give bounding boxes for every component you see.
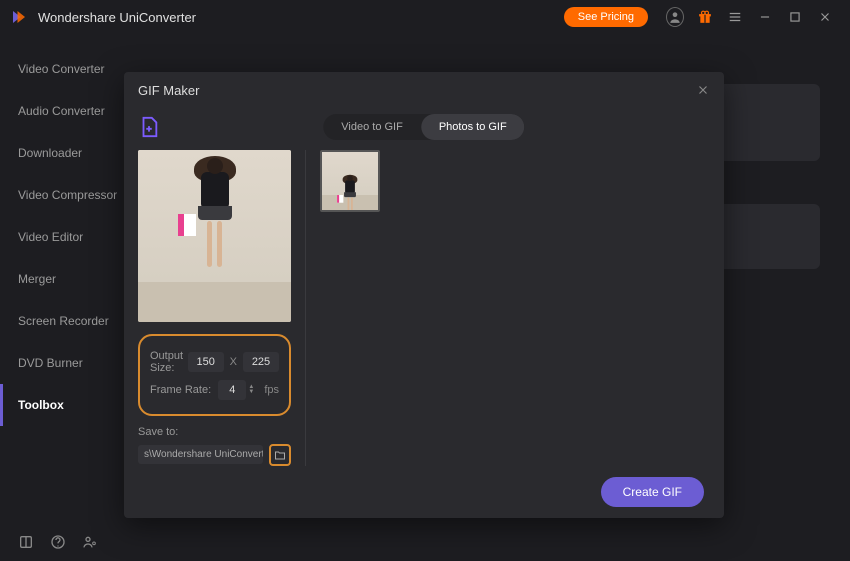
output-width-input[interactable]: 150 <box>188 352 224 372</box>
dimension-separator: X <box>230 356 237 368</box>
modal-body: Output Size: 150 X 225 Frame Rate: 4 ▲▼ … <box>124 146 724 466</box>
manual-icon[interactable] <box>18 534 34 550</box>
tab-photos-to-gif[interactable]: Photos to GIF <box>421 114 525 140</box>
maximize-icon[interactable] <box>786 8 804 26</box>
gif-maker-modal: GIF Maker Video to GIF Photos to GIF <box>124 72 724 518</box>
output-settings-highlight: Output Size: 150 X 225 Frame Rate: 4 ▲▼ … <box>138 334 291 416</box>
output-height-input[interactable]: 225 <box>243 352 279 372</box>
save-path-row: s\Wondershare UniConverter <box>138 444 291 466</box>
modal-footer: Create GIF <box>124 466 724 518</box>
modal-header: GIF Maker <box>124 72 724 108</box>
frame-rate-label: Frame Rate: <box>150 384 218 396</box>
user-settings-icon[interactable] <box>82 534 98 550</box>
thumbnails-panel <box>320 150 710 466</box>
frame-rate-stepper[interactable]: ▲▼ <box>248 385 258 395</box>
help-icon[interactable] <box>50 534 66 550</box>
modal-toolbar: Video to GIF Photos to GIF <box>124 108 724 146</box>
account-icon[interactable] <box>666 8 684 26</box>
create-gif-button[interactable]: Create GIF <box>601 477 704 507</box>
browse-folder-button[interactable] <box>269 444 291 466</box>
minimize-icon[interactable] <box>756 8 774 26</box>
photo-thumbnail[interactable] <box>320 150 380 212</box>
titlebar: Wondershare UniConverter See Pricing <box>0 0 850 34</box>
bottombar <box>0 523 152 561</box>
preview-image <box>138 150 291 322</box>
menu-icon[interactable] <box>726 8 744 26</box>
close-icon[interactable] <box>816 8 834 26</box>
gift-icon[interactable] <box>696 8 714 26</box>
folder-icon <box>274 449 286 461</box>
add-file-icon[interactable] <box>138 116 160 138</box>
save-path-field[interactable]: s\Wondershare UniConverter <box>138 445 263 464</box>
output-size-label: Output Size: <box>150 350 188 374</box>
tab-video-to-gif[interactable]: Video to GIF <box>323 114 421 140</box>
frame-rate-input[interactable]: 4 <box>218 380 246 400</box>
see-pricing-button[interactable]: See Pricing <box>564 7 648 27</box>
app-title: Wondershare UniConverter <box>38 10 196 25</box>
modal-title: GIF Maker <box>138 83 696 98</box>
mode-tabs: Video to GIF Photos to GIF <box>323 114 524 140</box>
app-logo-icon <box>10 8 28 26</box>
fps-unit: fps <box>264 384 279 396</box>
save-to-label: Save to: <box>138 426 291 438</box>
modal-close-icon[interactable] <box>696 83 710 97</box>
left-panel: Output Size: 150 X 225 Frame Rate: 4 ▲▼ … <box>138 150 306 466</box>
output-size-row: Output Size: 150 X 225 <box>150 350 279 374</box>
frame-rate-row: Frame Rate: 4 ▲▼ fps <box>150 380 279 400</box>
